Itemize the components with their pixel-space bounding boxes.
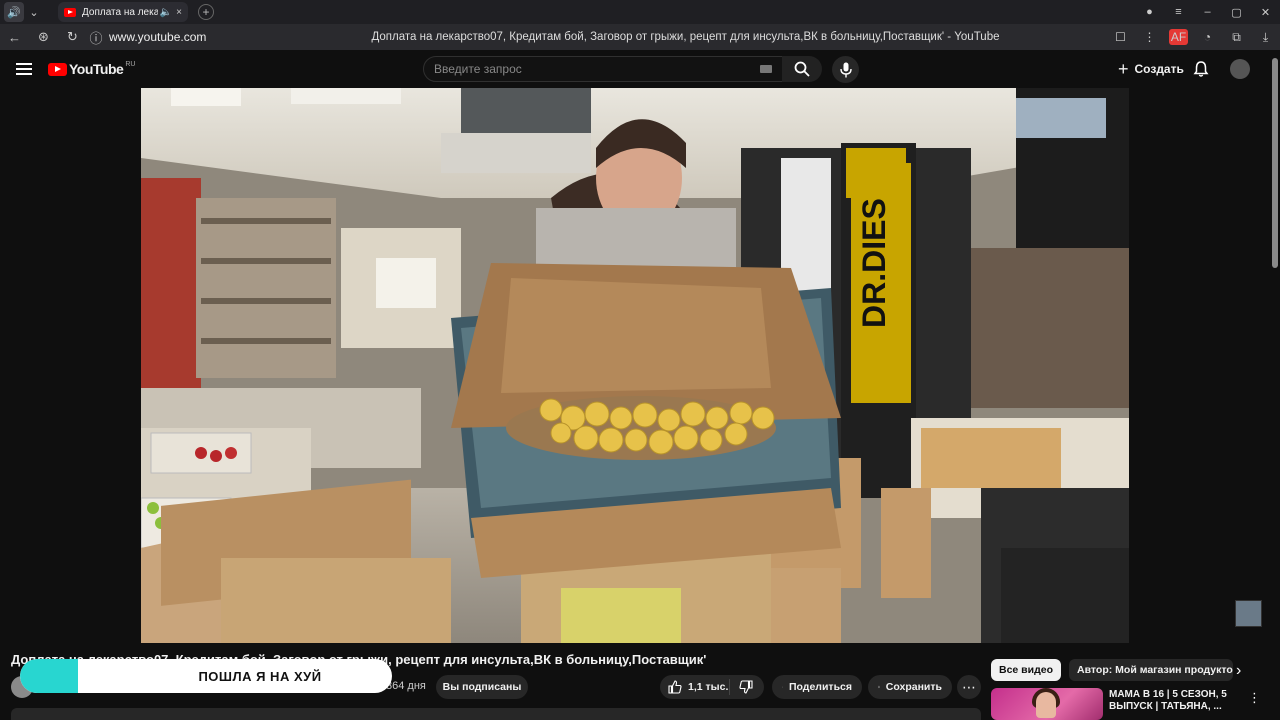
extension-icon[interactable]: ◔ <box>1193 30 1222 45</box>
logo-text: YouTube <box>69 61 124 77</box>
share-icon <box>782 686 783 688</box>
like-button[interactable]: 1,1 тыс. <box>660 679 730 695</box>
tab-title: Доплата на лекарс <box>82 6 158 18</box>
recommendation-thumbnail[interactable] <box>991 688 1103 720</box>
menu-icon[interactable]: ≡ <box>1164 6 1193 18</box>
share-label: Поделиться <box>788 681 852 693</box>
more-actions-button[interactable]: ⋯ <box>957 675 981 699</box>
overlay-text: ПОШЛА Я НА ХУЙ <box>198 668 322 684</box>
like-dislike-group: 1,1 тыс. <box>660 675 764 699</box>
hamburger-icon[interactable] <box>16 63 32 75</box>
close-icon[interactable]: ✕ <box>1251 6 1280 19</box>
more-vert-icon[interactable]: ⋮ <box>1135 30 1164 45</box>
tab-audio-icon[interactable]: 🔈 <box>160 7 172 18</box>
close-tab-icon[interactable]: × <box>176 7 182 18</box>
save-icon <box>878 686 880 689</box>
browser-tab[interactable]: Доплата на лекарс 🔈 × <box>58 2 188 22</box>
back-icon[interactable]: ← <box>0 30 29 45</box>
save-button[interactable]: Сохранить <box>868 675 952 699</box>
share-button[interactable]: Поделиться <box>772 675 862 699</box>
avatar[interactable] <box>1230 59 1250 79</box>
browser-tab-bar: 🔊 ⌄ Доплата на лекарс 🔈 × + ● ≡ – ▢ ✕ <box>0 0 1280 24</box>
description-box[interactable] <box>11 708 981 720</box>
mic-icon <box>839 62 852 77</box>
mini-thumbnail[interactable] <box>1235 600 1262 627</box>
page-title: Доплата на лекарство07, Кредитам бой, За… <box>371 31 1000 43</box>
thumb-face <box>1036 692 1056 718</box>
chevron-down-icon[interactable]: ⌄ <box>24 2 44 22</box>
video-frame: DR.DIESEL <box>141 88 1129 643</box>
window-controls: ● ≡ – ▢ ✕ <box>1135 0 1280 24</box>
filter-chips: Все видео Автор: Мой магазин продуктов 3… <box>991 659 1234 681</box>
scrollbar[interactable] <box>1272 58 1278 268</box>
extension-badge[interactable]: AF <box>1164 28 1193 45</box>
collections-icon[interactable]: ⧉ <box>1222 30 1251 45</box>
reload-icon[interactable]: ↻ <box>58 29 87 45</box>
save-label: Сохранить <box>885 681 942 693</box>
youtube-logo-icon <box>48 62 67 76</box>
region-label: RU <box>125 60 136 68</box>
youtube-favicon-icon <box>64 7 76 17</box>
profile-icon[interactable]: ● <box>1135 6 1164 18</box>
bookmark-icon[interactable]: ☐ <box>1106 30 1135 45</box>
chip-author[interactable]: Автор: Мой магазин продуктов 364 <box>1069 659 1234 681</box>
dislike-button[interactable] <box>730 680 759 694</box>
keyboard-icon[interactable] <box>760 65 772 73</box>
download-icon[interactable]: ⤓ <box>1251 30 1280 45</box>
address-bar: ← ⊛ ↻ ⓘ www.youtube.com Доплата на лекар… <box>0 24 1280 50</box>
chip-all-videos[interactable]: Все видео <box>991 659 1062 681</box>
create-button[interactable]: + Создать <box>1110 58 1192 80</box>
like-icon <box>668 680 682 694</box>
shield-icon[interactable]: ⊛ <box>29 29 58 45</box>
youtube-header: YouTube RU + Создать <box>0 50 1280 88</box>
minimize-icon[interactable]: – <box>1193 6 1222 18</box>
subscribed-button[interactable]: Вы подписаны <box>436 675 528 699</box>
recommendation-title[interactable]: МАМА В 16 | 5 СЕЗОН, 5 ВЫПУСК | ТАТЬЯНА,… <box>1109 689 1229 713</box>
maximize-icon[interactable]: ▢ <box>1222 6 1251 19</box>
youtube-logo[interactable]: YouTube RU <box>48 61 135 77</box>
like-count: 1,1 тыс. <box>688 681 729 693</box>
search-box <box>423 56 783 82</box>
url-field[interactable]: www.youtube.com <box>109 30 305 44</box>
site-info-icon[interactable]: ⓘ <box>87 28 105 47</box>
search-input[interactable] <box>434 62 754 76</box>
dislike-icon <box>739 680 753 694</box>
create-label: Создать <box>1134 62 1184 76</box>
mic-button[interactable] <box>832 56 859 83</box>
recommendation-more-icon[interactable]: ⋮ <box>1248 690 1261 706</box>
subscribe-overlay-banner: ПОШЛА Я НА ХУЙ <box>20 659 392 693</box>
search-button[interactable] <box>782 56 822 82</box>
plus-icon: + <box>1118 58 1129 79</box>
chevron-right-icon[interactable]: › <box>1236 662 1241 680</box>
speaker-icon[interactable]: 🔊 <box>4 2 24 22</box>
video-player[interactable]: DR.DIESEL <box>141 88 1129 643</box>
search-icon <box>794 61 810 77</box>
new-tab-button[interactable]: + <box>198 4 214 20</box>
bell-icon[interactable] <box>1192 60 1210 78</box>
